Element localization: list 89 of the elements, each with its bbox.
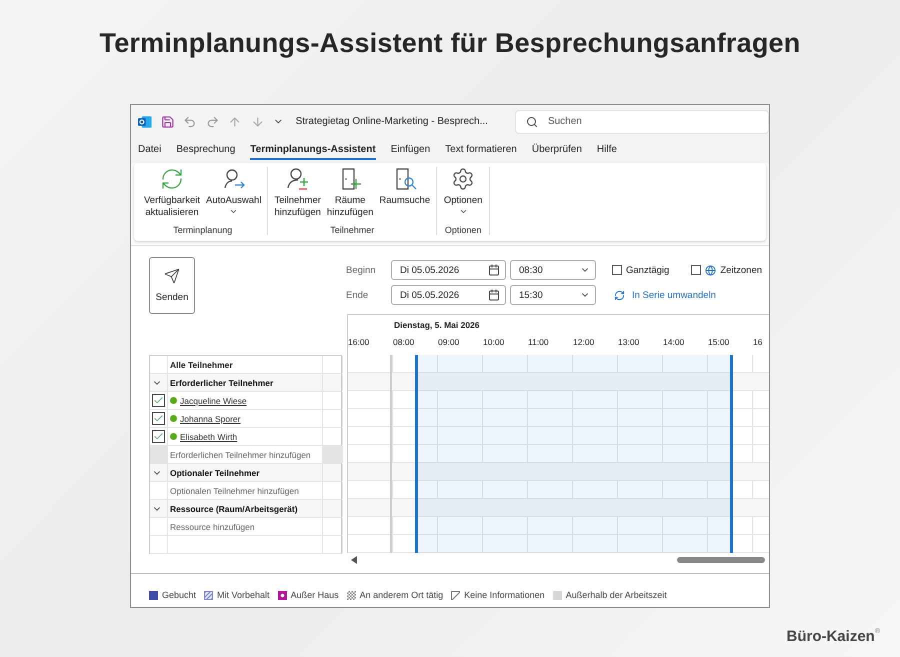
hour-label: 16 xyxy=(753,337,764,347)
attendee-name[interactable]: Johanna Sporer xyxy=(180,414,240,424)
checkbox[interactable] xyxy=(152,412,165,425)
date-field[interactable]: Di 05.05.2026 xyxy=(391,260,506,280)
hour-label: 13:00 xyxy=(618,337,640,347)
group-heading: Optionaler Teilnehmer xyxy=(170,468,260,478)
add-attendee-field[interactable]: Erforderlichen Teilnehmer hinzufügen xyxy=(170,450,311,460)
legend-swatch xyxy=(552,590,562,600)
attendee-name[interactable]: Elisabeth Wirth xyxy=(180,432,238,442)
legend-item: Keine Informationen xyxy=(451,583,545,607)
group-label: Terminplanung xyxy=(173,225,232,235)
checkbox[interactable] xyxy=(691,265,702,275)
hour-label: 12:00 xyxy=(573,337,596,347)
hour-label: 16:00 xyxy=(348,337,370,347)
group-heading: Ressource (Raum/Arbeitsgerät) xyxy=(170,504,298,514)
settings-icon xyxy=(451,167,476,191)
legend-item: An anderem Ort tätig xyxy=(346,583,444,607)
checkbox[interactable] xyxy=(152,394,165,407)
status-dot xyxy=(170,433,177,440)
globe-icon xyxy=(705,264,716,276)
ribbon-button[interactable]: Verfügbarkeit aktualisieren xyxy=(142,167,202,225)
hour-label: 10:00 xyxy=(483,337,506,347)
time-field[interactable]: 08:30 xyxy=(510,260,596,280)
page-headline: Terminplanungs-Assistent für Besprechungsanfragen xyxy=(98,27,802,60)
hour-label: 14:00 xyxy=(663,337,686,347)
scroll-left-icon[interactable] xyxy=(351,556,357,564)
hour-label: 09:00 xyxy=(438,337,460,347)
status-dot xyxy=(170,397,177,404)
window-title: Strategietag Online-Marketing - Besprech... xyxy=(296,116,488,127)
checkbox-label: Zeitzonen xyxy=(720,264,762,276)
legend-item: Außerhalb der Arbeitszeit xyxy=(552,583,667,607)
group-heading: Erforderlicher Teilnehmer xyxy=(170,378,274,388)
legend-swatch xyxy=(149,590,158,600)
ribbon-button[interactable]: Teilnehmer hinzufügen xyxy=(272,167,323,225)
column-header: Alle Teilnehmer xyxy=(170,360,233,370)
date-field[interactable]: Di 05.05.2026 xyxy=(391,285,506,305)
ribbon-tab[interactable]: Einfügen xyxy=(390,141,430,160)
group-label: Teilnehmer xyxy=(330,225,374,235)
caret-icon xyxy=(229,207,238,216)
legend-item: Mit Vorbehalt xyxy=(204,583,270,607)
ribbon-tab[interactable]: Terminplanungs-Assistent xyxy=(250,141,376,160)
checkbox-label: Ganztägig xyxy=(626,264,670,276)
legend-swatch xyxy=(346,590,356,600)
ribbon-tab[interactable]: Text formatieren xyxy=(445,141,517,160)
ribbon-button[interactable]: Optionen xyxy=(441,167,486,225)
hour-label: 08:00 xyxy=(393,337,416,347)
hour-label: 11:00 xyxy=(528,337,550,347)
legend-swatch xyxy=(278,590,287,600)
send-icon xyxy=(164,268,180,284)
recurrence-icon xyxy=(614,290,625,300)
ribbon-tab[interactable]: Datei xyxy=(138,141,162,160)
redo-icon[interactable] xyxy=(206,114,219,128)
search-field[interactable]: Suchen xyxy=(514,110,769,134)
ribbon-tab[interactable]: Überprüfen xyxy=(532,141,582,160)
scrollbar-thumb[interactable] xyxy=(677,557,765,563)
time-field[interactable]: 15:30 xyxy=(510,285,596,305)
legend-item: Gebucht xyxy=(149,583,196,607)
legend-item: Außer Haus xyxy=(278,583,339,607)
attendee-name[interactable]: Jacqueline Wiese xyxy=(180,396,247,406)
field-label: Beginn xyxy=(346,264,377,276)
legend-swatch xyxy=(204,590,214,600)
calendar-icon xyxy=(488,289,500,301)
add-person-icon xyxy=(286,167,310,191)
undo-icon[interactable] xyxy=(183,114,196,128)
ribbon-button[interactable]: Raumsuche xyxy=(377,167,432,225)
save-icon[interactable] xyxy=(160,114,174,128)
search-icon xyxy=(526,116,538,128)
mail-app-icon xyxy=(138,114,152,128)
add-attendee-field[interactable]: Optionalen Teilnehmer hinzufügen xyxy=(170,486,299,496)
ribbon-tab[interactable]: Besprechung xyxy=(176,141,236,160)
group-label: Optionen xyxy=(444,225,482,235)
hour-label: 15:00 xyxy=(708,337,730,347)
recurrence-link[interactable]: In Serie umwandeln xyxy=(632,290,716,300)
calendar-icon xyxy=(488,264,500,276)
add-attendee-field[interactable]: Ressource hinzufügen xyxy=(170,522,255,532)
legend-swatch xyxy=(451,590,460,600)
ribbon-tab[interactable]: Hilfe xyxy=(596,141,617,160)
person-arrow-icon xyxy=(222,167,246,191)
brand-name: Büro-Kaizen xyxy=(786,628,875,645)
caret-icon xyxy=(458,207,468,216)
ribbon-button[interactable]: AutoAuswahl xyxy=(204,167,264,225)
date-heading: Dienstag, 5. Mai 2026 xyxy=(394,320,481,332)
ribbon-button[interactable]: Räume hinzufügen xyxy=(324,167,376,225)
refresh-icon xyxy=(160,167,184,191)
field-label: Ende xyxy=(346,290,370,300)
checkbox[interactable] xyxy=(152,430,165,443)
checkbox[interactable] xyxy=(612,265,622,275)
status-dot xyxy=(170,415,177,422)
send-button[interactable]: Senden xyxy=(149,257,195,314)
